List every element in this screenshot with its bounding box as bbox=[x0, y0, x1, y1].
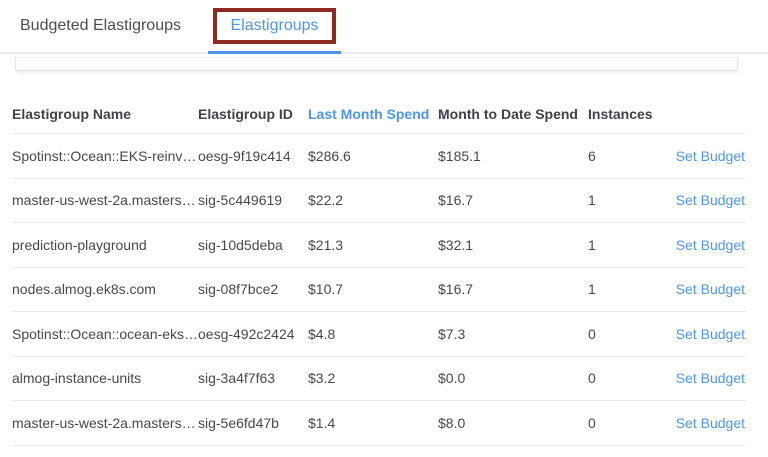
cell-elastigroup-name: master-us-west-2a.masters… bbox=[12, 415, 198, 431]
cell-month-to-date-spend: $16.7 bbox=[438, 192, 588, 208]
col-header-instances[interactable]: Instances bbox=[588, 106, 745, 122]
table-row: master-us-west-2a.masters… sig-5e6fd47b … bbox=[12, 401, 745, 446]
cell-month-to-date-spend: $7.3 bbox=[438, 326, 588, 342]
budget-elastigroups-panel: Budgeted Elastigroups Elastigroups Elast… bbox=[0, 0, 768, 457]
cell-action: Set Budget bbox=[676, 415, 745, 431]
set-budget-link[interactable]: Set Budget bbox=[676, 370, 745, 386]
cell-elastigroup-id: oesg-492c2424 bbox=[198, 326, 308, 342]
cell-elastigroup-name: prediction-playground bbox=[12, 237, 198, 253]
cell-last-month-spend: $21.3 bbox=[308, 237, 438, 253]
cell-last-month-spend: $286.6 bbox=[308, 148, 438, 164]
annotation-box-wrap: Set Budget bbox=[676, 370, 745, 386]
cell-month-to-date-spend: $0.0 bbox=[438, 370, 588, 386]
set-budget-link[interactable]: Set Budget bbox=[676, 326, 745, 342]
col-header-elastigroup-name[interactable]: Elastigroup Name bbox=[12, 106, 198, 122]
cell-instances: 1 bbox=[588, 192, 676, 208]
cell-month-to-date-spend: $185.1 bbox=[438, 148, 588, 164]
set-budget-link[interactable]: Set Budget bbox=[676, 237, 745, 253]
table-row: almog-instance-units sig-3a4f7f63 $3.2 $… bbox=[12, 357, 745, 402]
table-body: Spotinst::Ocean::EKS-reinv… oesg-9f19c41… bbox=[12, 134, 745, 446]
col-header-elastigroup-id[interactable]: Elastigroup ID bbox=[198, 106, 308, 122]
tabs-bar: Budgeted Elastigroups Elastigroups bbox=[0, 0, 768, 54]
cell-instances: 6 bbox=[588, 148, 673, 164]
annotation-box-wrap: Set Budget bbox=[676, 326, 745, 342]
cell-elastigroup-id: sig-5c449619 bbox=[198, 192, 308, 208]
cell-elastigroup-name: nodes.almog.ek8s.com bbox=[12, 281, 198, 297]
col-header-last-month-spend[interactable]: Last Month Spend ↓ bbox=[308, 106, 438, 122]
cell-instances: 1 bbox=[588, 237, 676, 253]
cell-action: Set Budget bbox=[676, 237, 745, 253]
cell-instances: 0 bbox=[588, 415, 676, 431]
annotation-box-wrap: Set Budget bbox=[673, 148, 745, 164]
cell-month-to-date-spend: $32.1 bbox=[438, 237, 588, 253]
cell-elastigroup-name: master-us-west-2a.masters… bbox=[12, 192, 198, 208]
set-budget-link[interactable]: Set Budget bbox=[676, 192, 745, 208]
cell-instances: 0 bbox=[588, 326, 676, 342]
cell-instances: 0 bbox=[588, 370, 676, 386]
elastigroups-table: Elastigroup Name Elastigroup ID Last Mon… bbox=[12, 71, 745, 446]
cell-month-to-date-spend: $16.7 bbox=[438, 281, 588, 297]
tab-budgeted-elastigroups[interactable]: Budgeted Elastigroups bbox=[20, 17, 181, 35]
cell-elastigroup-name: Spotinst::Ocean::ocean-eks… bbox=[12, 326, 198, 342]
cell-last-month-spend: $10.7 bbox=[308, 281, 438, 297]
table-row: Spotinst::Ocean::ocean-eks… oesg-492c242… bbox=[12, 312, 745, 357]
tab-elastigroups[interactable]: Elastigroups bbox=[208, 0, 341, 52]
tab-elastigroups-label: Elastigroups bbox=[230, 17, 318, 34]
table-row: nodes.almog.ek8s.com sig-08f7bce2 $10.7 … bbox=[12, 268, 745, 313]
annotation-box-wrap: Set Budget bbox=[676, 237, 745, 253]
col-header-last-month-spend-label: Last Month Spend bbox=[308, 106, 429, 122]
set-budget-link[interactable]: Set Budget bbox=[676, 148, 745, 164]
cell-action: Set Budget bbox=[676, 326, 745, 342]
cell-last-month-spend: $3.2 bbox=[308, 370, 438, 386]
cell-elastigroup-name: Spotinst::Ocean::EKS-reinv… bbox=[12, 148, 198, 164]
cell-elastigroup-id: sig-08f7bce2 bbox=[198, 281, 308, 297]
cell-last-month-spend: $1.4 bbox=[308, 415, 438, 431]
table-row: master-us-west-2a.masters… sig-5c449619 … bbox=[12, 179, 745, 224]
cell-elastigroup-name: almog-instance-units bbox=[12, 370, 198, 386]
active-tab-underline bbox=[208, 51, 341, 54]
cell-last-month-spend: $22.2 bbox=[308, 192, 438, 208]
cell-action: Set Budget bbox=[676, 192, 745, 208]
set-budget-link[interactable]: Set Budget bbox=[676, 415, 745, 431]
cell-action: Set Budget bbox=[673, 148, 745, 164]
cell-action: Set Budget bbox=[676, 370, 745, 386]
cell-action: Set Budget bbox=[676, 281, 745, 297]
cell-last-month-spend: $4.8 bbox=[308, 326, 438, 342]
set-budget-link[interactable]: Set Budget bbox=[676, 281, 745, 297]
annotation-box-wrap: Set Budget bbox=[676, 192, 745, 208]
cell-elastigroup-id: sig-3a4f7f63 bbox=[198, 370, 308, 386]
cell-month-to-date-spend: $8.0 bbox=[438, 415, 588, 431]
col-header-month-to-date-spend[interactable]: Month to Date Spend bbox=[438, 106, 588, 122]
table-row: prediction-playground sig-10d5deba $21.3… bbox=[12, 223, 745, 268]
search-filter-box[interactable] bbox=[15, 57, 738, 71]
cell-elastigroup-id: oesg-9f19c414 bbox=[198, 148, 308, 164]
table-row: Spotinst::Ocean::EKS-reinv… oesg-9f19c41… bbox=[12, 134, 745, 179]
annotation-box-tab: Elastigroups bbox=[213, 8, 335, 44]
annotation-box-wrap: Set Budget bbox=[676, 415, 745, 431]
cell-elastigroup-id: sig-10d5deba bbox=[198, 237, 308, 253]
table-header-row: Elastigroup Name Elastigroup ID Last Mon… bbox=[12, 71, 745, 134]
annotation-box-wrap: Set Budget bbox=[676, 281, 745, 297]
cell-instances: 1 bbox=[588, 281, 676, 297]
cell-elastigroup-id: sig-5e6fd47b bbox=[198, 415, 308, 431]
